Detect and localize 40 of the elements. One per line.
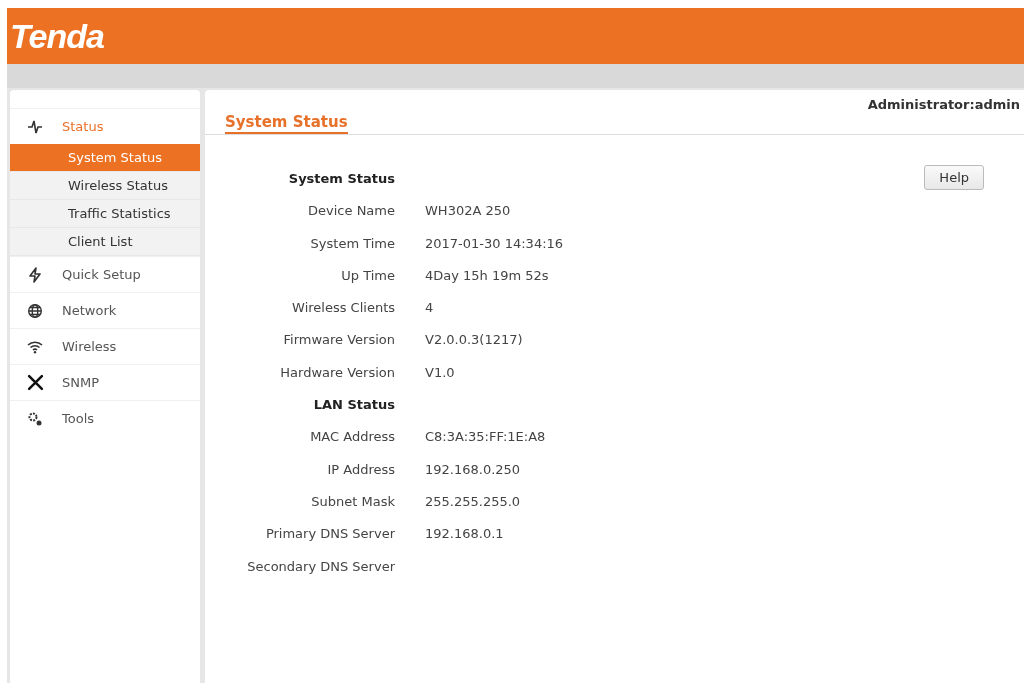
field-label: Wireless Clients bbox=[291, 299, 395, 318]
field-value: 255.255.255.0 bbox=[425, 493, 521, 509]
field-label: IP Address bbox=[326, 460, 395, 479]
lightning-icon bbox=[27, 266, 43, 283]
pulse-icon bbox=[27, 118, 43, 135]
field-label: Up Time bbox=[340, 266, 395, 285]
field-label: Device Name bbox=[307, 202, 395, 221]
menu-item[interactable]: Quick Setup bbox=[10, 256, 200, 292]
submenu-item[interactable]: Client List bbox=[10, 228, 200, 256]
field-label: MAC Address bbox=[309, 428, 395, 447]
field-label: Firmware Version bbox=[282, 331, 395, 350]
globe-icon bbox=[27, 302, 43, 319]
field-label: System Time bbox=[309, 234, 395, 253]
field-value: 2017-01-30 14:34:16 bbox=[425, 235, 564, 251]
user-label: Administrator:admin bbox=[867, 97, 1020, 112]
field-label: Secondary DNS Server bbox=[246, 557, 395, 576]
field-label: Subnet Mask bbox=[310, 492, 395, 511]
field-value: C8:3A:35:FF:1E:A8 bbox=[425, 429, 546, 445]
field-value: V2.0.0.3(1217) bbox=[425, 332, 523, 348]
field-value: 192.168.0.250 bbox=[425, 461, 521, 477]
menu-item[interactable]: Tools bbox=[10, 400, 200, 436]
wifi-icon bbox=[27, 339, 43, 354]
section-heading: LAN Status bbox=[312, 396, 395, 415]
field-value: 4Day 15h 19m 52s bbox=[425, 267, 549, 283]
menu-item[interactable]: Wireless bbox=[10, 328, 200, 364]
section-heading: System Status bbox=[287, 170, 395, 188]
menu-item[interactable]: Network bbox=[10, 292, 200, 328]
logo: Tenda bbox=[10, 16, 104, 56]
field-value: V1.0 bbox=[425, 364, 455, 380]
help-button[interactable]: Help bbox=[924, 165, 984, 190]
gears-icon bbox=[27, 410, 43, 427]
menu-item[interactable]: SNMP bbox=[10, 364, 200, 400]
submenu-item[interactable]: Traffic Statistics bbox=[10, 200, 200, 228]
field-label: Primary DNS Server bbox=[264, 525, 395, 544]
field-label: Hardware Version bbox=[279, 363, 395, 382]
field-value: 192.168.0.1 bbox=[425, 526, 504, 542]
submenu-item[interactable]: Wireless Status bbox=[10, 172, 200, 200]
field-value: WH302A 250 bbox=[425, 203, 511, 219]
field-value: 4 bbox=[425, 300, 434, 316]
tools-icon bbox=[26, 374, 44, 391]
